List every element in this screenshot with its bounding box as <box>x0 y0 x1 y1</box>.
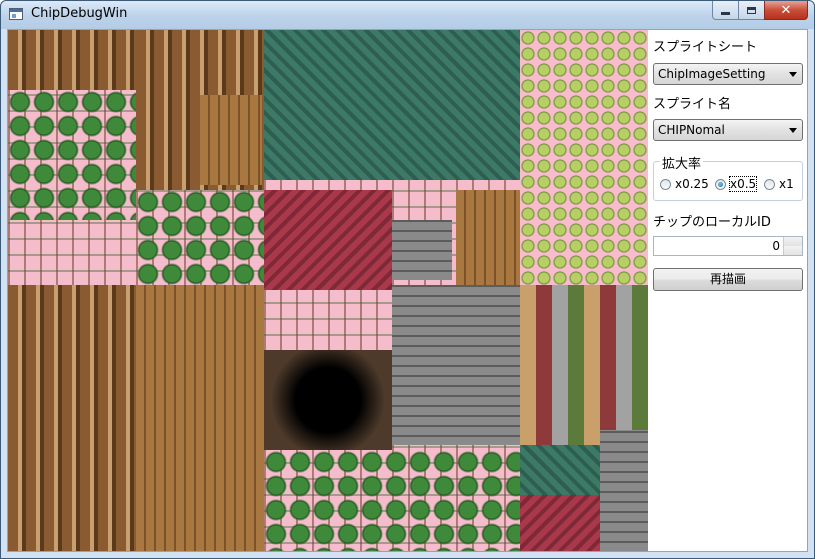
zoom-radio-label: x0.25 <box>675 177 709 191</box>
zoom-radio-label: x1 <box>779 177 794 191</box>
zoom-radio-x0.5[interactable]: x0.5 <box>715 176 758 192</box>
close-button[interactable]: ✕ <box>764 1 808 20</box>
zoom-radio-x0.25[interactable]: x0.25 <box>660 177 709 191</box>
cave-tiles <box>264 350 392 450</box>
chevron-down-icon <box>789 128 797 133</box>
close-icon: ✕ <box>780 2 792 18</box>
sprite-name-combobox[interactable]: CHIPNomal <box>653 119 803 141</box>
zoom-radio-label: x0.5 <box>728 176 758 192</box>
spin-down-button[interactable] <box>784 246 802 255</box>
small-red-roof-tiles <box>520 495 600 551</box>
app-window: ChipDebugWin ✕ スプライトシート ChipImageSetting… <box>0 0 815 559</box>
zoom-radio-x1[interactable]: x1 <box>764 177 794 191</box>
tent-tiles <box>200 95 262 185</box>
rock-tiles <box>264 450 520 551</box>
interior-tiles <box>8 285 136 551</box>
stone-wall-tiles <box>392 220 452 280</box>
sprite-name-value: CHIPNomal <box>658 123 725 137</box>
floor-tiles <box>520 285 648 445</box>
client-area: スプライトシート ChipImageSetting スプライト名 CHIPNom… <box>7 29 808 552</box>
title-bar[interactable]: ChipDebugWin ✕ <box>1 1 814 29</box>
window-title: ChipDebugWin <box>31 6 128 21</box>
maximize-icon <box>747 6 756 14</box>
furniture-tiles <box>8 30 136 90</box>
chevron-down-icon <box>789 72 797 77</box>
sprite-sheet-combobox[interactable]: ChipImageSetting <box>653 63 803 85</box>
minimize-icon <box>721 11 730 15</box>
control-panel: スプライトシート ChipImageSetting スプライト名 CHIPNom… <box>649 30 807 551</box>
green-roof-tiles <box>264 30 520 180</box>
minimize-button[interactable] <box>712 1 738 20</box>
tree-tiles <box>8 90 136 220</box>
local-id-value: 0 <box>772 239 780 253</box>
app-window-icon <box>9 8 23 20</box>
bookshelf-tiles <box>136 285 264 551</box>
small-green-roof-tiles <box>520 445 600 495</box>
maximize-button[interactable] <box>738 1 764 20</box>
radio-checked-icon <box>715 178 726 190</box>
sprite-name-label: スプライト名 <box>653 97 732 112</box>
sprite-sheet-label: スプライトシート <box>653 40 758 55</box>
sprite-sheet-value: ChipImageSetting <box>658 67 766 81</box>
radio-circle-icon <box>660 178 671 190</box>
red-roof-tiles <box>264 190 392 290</box>
spin-buttons <box>783 237 802 255</box>
redraw-button[interactable]: 再描画 <box>653 268 803 291</box>
caption-buttons: ✕ <box>712 1 808 21</box>
statue-tiles <box>392 285 520 445</box>
fence-tiles <box>456 190 520 286</box>
sprite-sheet-canvas[interactable] <box>8 30 648 551</box>
zoom-label: 拡大率 <box>660 153 704 172</box>
castle-wall-tiles <box>600 430 648 551</box>
plant-ball-tiles <box>520 30 648 285</box>
local-id-spinbox[interactable]: 0 <box>653 236 803 256</box>
local-id-label: チップのローカルID <box>653 215 771 230</box>
radio-circle-icon <box>764 178 775 190</box>
zoom-groupbox: 拡大率 x0.25 x0.5 x1 <box>653 153 803 201</box>
